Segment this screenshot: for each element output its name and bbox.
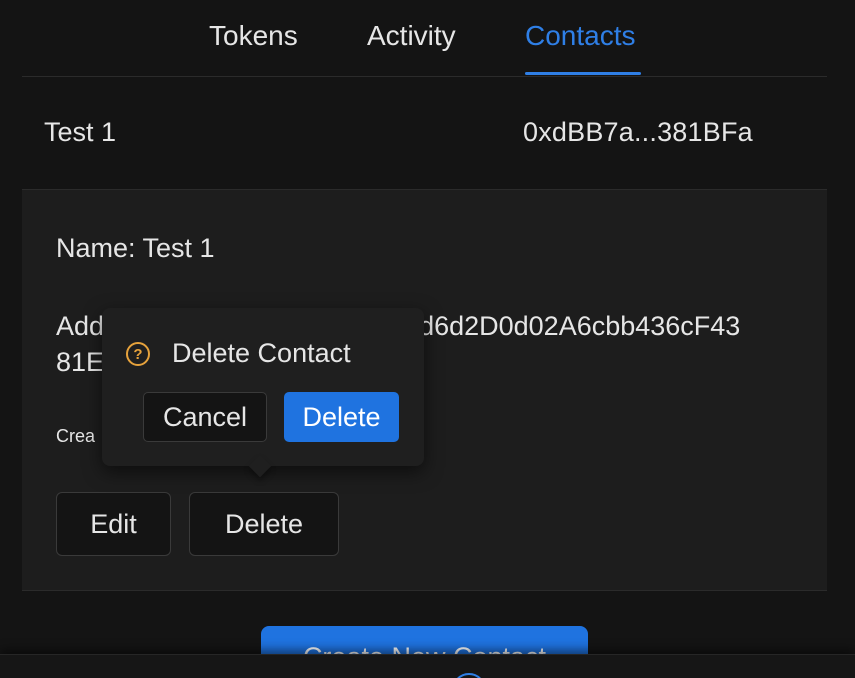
tab-activity[interactable]: Activity bbox=[367, 20, 456, 52]
contacts-screen: Tokens Activity Contacts Test 1 0xdBB7a.… bbox=[0, 0, 855, 678]
tab-tokens[interactable]: Tokens bbox=[209, 20, 298, 52]
delete-confirm-popover: ? Delete Contact Cancel Delete bbox=[102, 308, 424, 478]
bottom-navigation-bar bbox=[0, 654, 855, 678]
nav-icon[interactable] bbox=[452, 673, 486, 678]
question-circle-icon: ? bbox=[126, 342, 150, 366]
detail-name: Name: Test 1 bbox=[56, 233, 215, 263]
delete-button[interactable]: Delete bbox=[189, 492, 339, 556]
contact-address: 0xdBB7a...381BFa bbox=[523, 117, 753, 147]
cancel-button[interactable]: Cancel bbox=[143, 392, 267, 442]
popover-title: Delete Contact bbox=[172, 338, 351, 368]
detail-created: Crea bbox=[56, 426, 96, 446]
detail-address-line2: 81E bbox=[56, 347, 105, 377]
confirm-delete-button[interactable]: Delete bbox=[284, 392, 399, 442]
detail-address-suffix: 9d6d2D0d02A6cbb436cF43 bbox=[404, 311, 741, 341]
detail-address-prefix: Add bbox=[56, 311, 105, 341]
tab-contacts[interactable]: Contacts bbox=[525, 20, 636, 52]
contact-list-item[interactable]: Test 1 0xdBB7a...381BFa bbox=[22, 77, 827, 190]
contact-name: Test 1 bbox=[44, 117, 117, 147]
tab-bar: Tokens Activity Contacts bbox=[22, 0, 827, 77]
edit-button[interactable]: Edit bbox=[56, 492, 171, 556]
active-tab-indicator bbox=[525, 72, 641, 75]
